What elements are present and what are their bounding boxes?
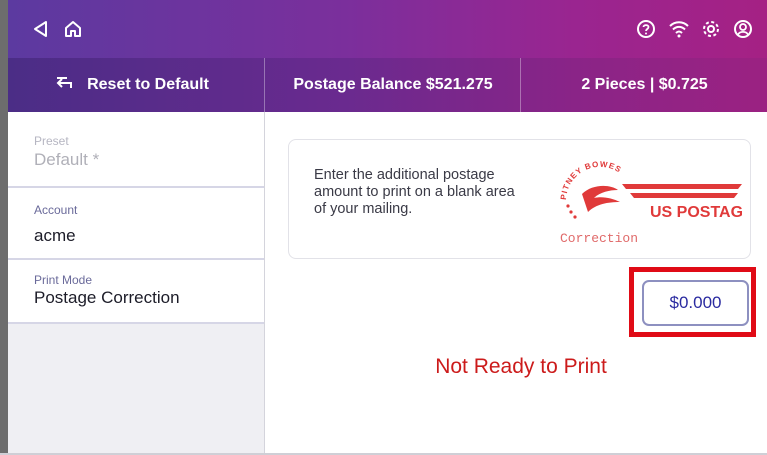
postage-balance-button[interactable]: Postage Balance $521.275	[264, 58, 521, 112]
postage-amount-value: $0.000	[669, 293, 722, 312]
postage-info-card: Enter the additional postage amount to p…	[288, 139, 751, 259]
help-icon[interactable]	[633, 16, 659, 42]
settings-sidebar: Preset Default * Account acme Print Mode…	[8, 112, 265, 455]
reset-arrow-icon	[55, 76, 73, 95]
wifi-icon[interactable]	[666, 16, 692, 42]
sidebar-item-account[interactable]: Account acme	[8, 188, 264, 260]
instruction-line: of your mailing.	[314, 201, 413, 217]
pieces-summary-button[interactable]: 2 Pieces | $0.725	[520, 58, 767, 112]
sidebar-item-value: Postage Correction	[34, 288, 180, 307]
reset-to-default-button[interactable]: Reset to Default	[0, 58, 264, 112]
sidebar-item-value: Default *	[34, 150, 100, 169]
us-postage-indicia-stamp: PITNEY BOWES US POSTAGE	[559, 160, 742, 221]
back-triangle-icon[interactable]	[28, 16, 54, 42]
instruction-line: amount to print on a blank area	[314, 184, 515, 200]
postage-amount-button[interactable]: $0.000	[642, 280, 749, 326]
sidebar-item-label: Preset	[34, 134, 69, 148]
stamp-type-text: Correction	[560, 231, 639, 246]
sidebar-item-preset[interactable]: Preset Default *	[8, 112, 264, 188]
postage-balance-label: Postage Balance $521.275	[293, 76, 493, 93]
top-bar	[0, 0, 767, 58]
reset-to-default-label: Reset to Default	[87, 76, 209, 93]
status-bar: Reset to Default Postage Balance $521.27…	[0, 58, 767, 112]
window-edge	[0, 0, 8, 455]
settings-gear-icon[interactable]	[698, 16, 724, 42]
home-icon[interactable]	[60, 16, 86, 42]
sidebar-item-label: Account	[34, 203, 78, 217]
pieces-summary-label: 2 Pieces | $0.725	[581, 76, 708, 93]
screen: Reset to Default Postage Balance $521.27…	[0, 0, 767, 455]
instruction-text: Enter the additional postage amount to p…	[314, 167, 549, 218]
print-status-text: Not Ready to Print	[435, 355, 607, 378]
sidebar-item-print-mode[interactable]: Print Mode Postage Correction	[8, 260, 264, 324]
account-icon[interactable]	[730, 16, 756, 42]
stamp-brand-text: US POSTAGE	[650, 204, 742, 221]
sidebar-item-label: Print Mode	[34, 273, 93, 287]
instruction-line: Enter the additional postage	[314, 167, 495, 183]
sidebar-item-value: acme	[34, 226, 76, 245]
main-content: Enter the additional postage amount to p…	[265, 112, 767, 455]
